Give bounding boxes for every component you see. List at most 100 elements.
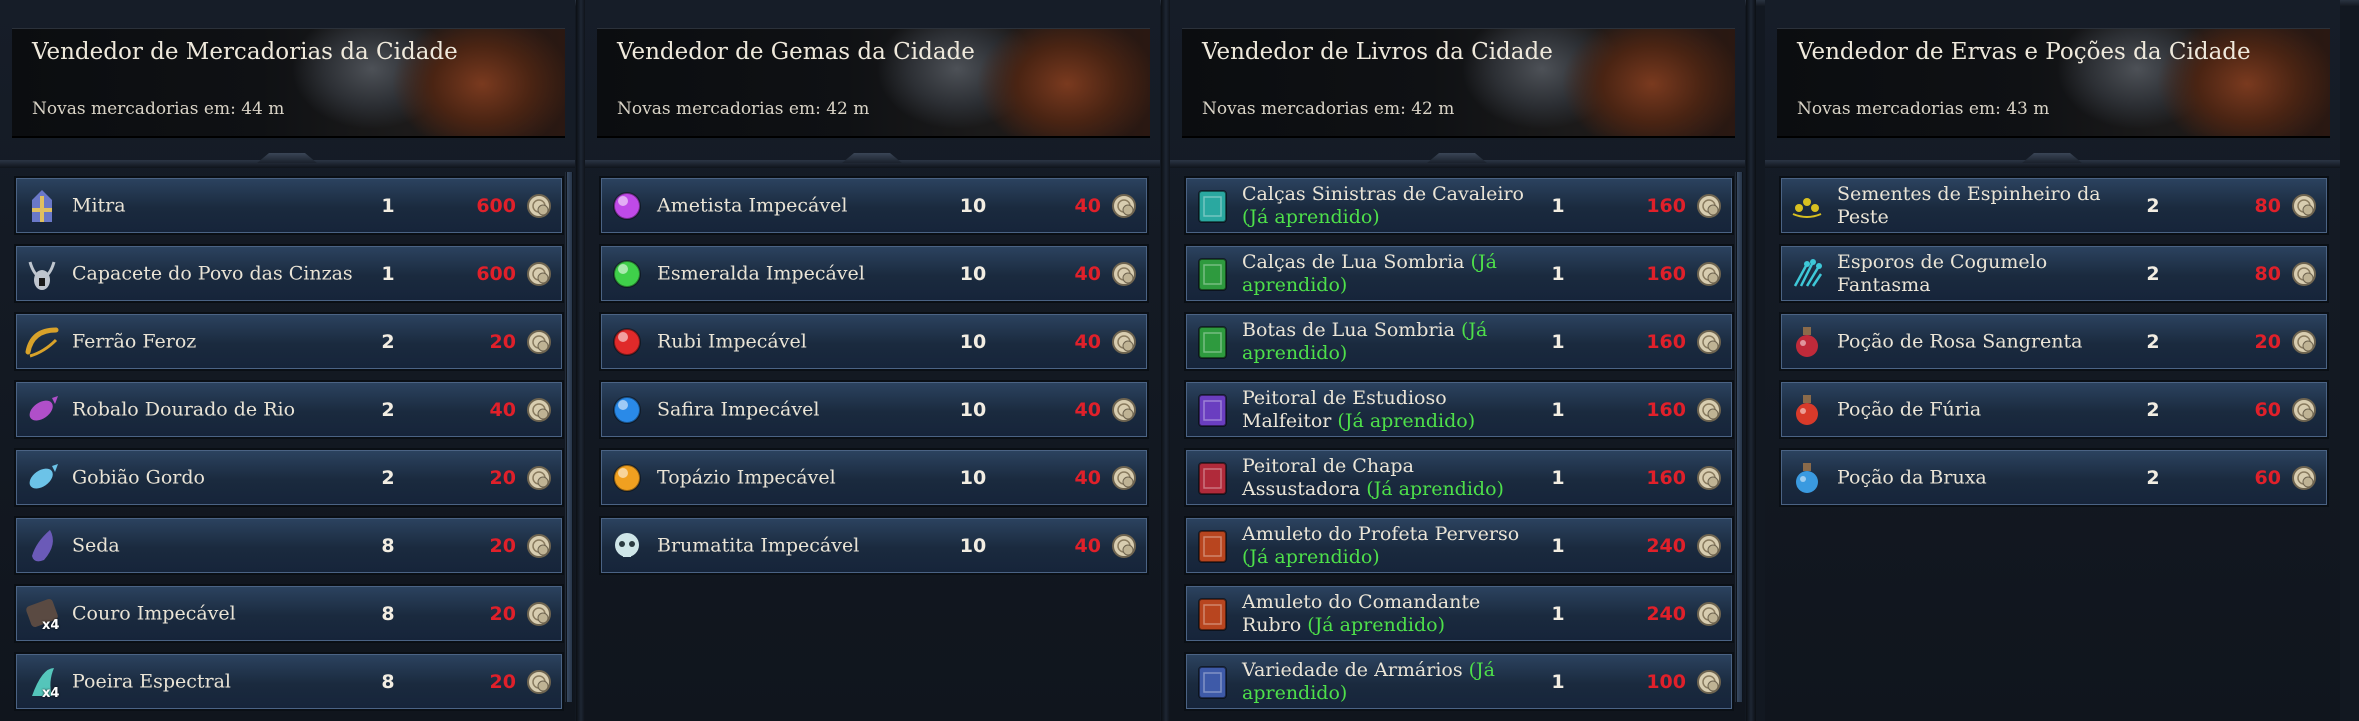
restock-timer: Novas mercadorias em: 42 m: [1202, 99, 1455, 119]
item-row[interactable]: Poção de Fúria 2 60: [1779, 380, 2329, 439]
item-row[interactable]: x4 Couro Impecável 8 20: [14, 584, 564, 643]
item-name: Brumatita Impecável: [657, 534, 942, 557]
item-quantity: 2: [2146, 330, 2160, 353]
sapphire-icon: [607, 390, 647, 430]
item-quantity: 1: [381, 194, 395, 217]
item-name: Mitra: [72, 194, 357, 217]
item-quantity: 2: [381, 330, 395, 353]
learned-tag: (Já aprendido): [1242, 205, 1380, 228]
item-name-text: Esporos de Cogumelo Fantasma: [1837, 250, 2048, 296]
item-name-text: Safira Impecável: [657, 398, 820, 420]
item-row[interactable]: Brumatita Impecável 10 40: [599, 516, 1149, 575]
potion-icon: [1787, 322, 1827, 362]
item-name: Variedade de Armários (Já aprendido): [1242, 659, 1527, 705]
item-row[interactable]: Calças Sinistras de Cavaleiro (Já aprend…: [1184, 176, 1734, 235]
item-price: 160: [1646, 194, 1686, 217]
item-row[interactable]: Poção da Bruxa 2 60: [1779, 448, 2329, 507]
coin-icon: [1696, 669, 1722, 695]
coin-icon: [2291, 465, 2317, 491]
item-quantity: 8: [381, 534, 395, 557]
item-row[interactable]: Amuleto do Comandante Rubro (Já aprendid…: [1184, 584, 1734, 643]
item-row[interactable]: Peitoral de Chapa Assustadora (Já aprend…: [1184, 448, 1734, 507]
tome-icon: [1192, 322, 1232, 362]
tome-icon: [1192, 458, 1232, 498]
item-name: Amuleto do Profeta Perverso (Já aprendid…: [1242, 523, 1527, 569]
divider-ornament: [842, 153, 902, 163]
item-row[interactable]: Poção de Rosa Sangrenta 2 20: [1779, 312, 2329, 371]
item-row[interactable]: Rubi Impecável 10 40: [599, 312, 1149, 371]
seeds-icon: [1787, 186, 1827, 226]
item-row[interactable]: Gobião Gordo 2 20: [14, 448, 564, 507]
spores-icon: [1787, 254, 1827, 294]
item-row[interactable]: Ametista Impecável 10 40: [599, 176, 1149, 235]
item-name-text: Ferrão Feroz: [72, 330, 197, 352]
divider-ornament: [257, 153, 317, 163]
item-name-text: Topázio Impecável: [657, 466, 836, 488]
item-row[interactable]: Robalo Dourado de Rio 2 40: [14, 380, 564, 439]
item-price: 100: [1646, 670, 1686, 693]
item-row[interactable]: Botas de Lua Sombria (Já aprendido) 1 16…: [1184, 312, 1734, 371]
item-name-text: Gobião Gordo: [72, 466, 205, 488]
coin-icon: [526, 193, 552, 219]
item-name-text: Poeira Espectral: [72, 670, 232, 692]
topaz-icon: [607, 458, 647, 498]
item-row[interactable]: Variedade de Armários (Já aprendido) 1 1…: [1184, 652, 1734, 711]
vendor-header: Vendedor de Mercadorias da Cidade Novas …: [12, 28, 565, 138]
item-row[interactable]: Mitra 1 600: [14, 176, 564, 235]
item-row[interactable]: Amuleto do Profeta Perverso (Já aprendid…: [1184, 516, 1734, 575]
vendor-panel: Vendedor de Ervas e Poções da Cidade Nov…: [1765, 0, 2340, 721]
item-quantity: 1: [1551, 194, 1565, 217]
item-row[interactable]: Capacete do Povo das Cinzas 1 600: [14, 244, 564, 303]
coin-icon: [1111, 261, 1137, 287]
item-name: Rubi Impecável: [657, 330, 942, 353]
item-row[interactable]: Esporos de Cogumelo Fantasma 2 80: [1779, 244, 2329, 303]
item-name: Poeira Espectral: [72, 670, 357, 693]
item-quantity: 10: [959, 262, 987, 285]
coin-icon: [2291, 329, 2317, 355]
coin-icon: [526, 261, 552, 287]
item-row[interactable]: Topázio Impecável 10 40: [599, 448, 1149, 507]
scrollbar[interactable]: [565, 172, 573, 702]
item-row[interactable]: Ferrão Feroz 2 20: [14, 312, 564, 371]
item-quantity: 1: [1551, 262, 1565, 285]
item-price: 60: [2254, 398, 2281, 421]
item-price: 160: [1646, 398, 1686, 421]
item-row[interactable]: Seda 8 20: [14, 516, 564, 575]
panel-separator: [1746, 0, 1756, 721]
item-row[interactable]: Esmeralda Impecável 10 40: [599, 244, 1149, 303]
item-price: 80: [2254, 262, 2281, 285]
potion-icon: [1787, 390, 1827, 430]
item-quantity: 2: [381, 466, 395, 489]
item-quantity: 1: [1551, 670, 1565, 693]
item-quantity: 10: [959, 398, 987, 421]
coin-icon: [2291, 193, 2317, 219]
coin-icon: [1111, 397, 1137, 423]
item-price: 40: [1074, 194, 1101, 217]
item-price: 160: [1646, 330, 1686, 353]
miter-icon: [22, 186, 62, 226]
coin-icon: [1111, 533, 1137, 559]
item-row[interactable]: Peitoral de Estudioso Malfeitor (Já apre…: [1184, 380, 1734, 439]
item-name: Esporos de Cogumelo Fantasma: [1837, 251, 2122, 297]
coin-icon: [1111, 193, 1137, 219]
scrollbar-thumb[interactable]: [1737, 172, 1742, 702]
item-row[interactable]: x4 Poeira Espectral 8 20: [14, 652, 564, 711]
item-name-text: Seda: [72, 534, 120, 556]
coin-icon: [1696, 193, 1722, 219]
vendor-header: Vendedor de Livros da Cidade Novas merca…: [1182, 28, 1735, 138]
scrollbar[interactable]: [1735, 172, 1743, 702]
coin-icon: [1111, 465, 1137, 491]
scrollbar-thumb[interactable]: [567, 172, 572, 702]
item-name-text: Variedade de Armários: [1242, 658, 1463, 681]
item-name-text: Poção de Fúria: [1837, 398, 1982, 420]
restock-timer: Novas mercadorias em: 44 m: [32, 99, 285, 119]
item-row[interactable]: Sementes de Espinheiro da Peste 2 80: [1779, 176, 2329, 235]
stinger-icon: [22, 322, 62, 362]
item-name: Peitoral de Chapa Assustadora (Já aprend…: [1242, 455, 1527, 501]
item-name: Calças de Lua Sombria (Já aprendido): [1242, 251, 1527, 297]
item-row[interactable]: Safira Impecável 10 40: [599, 380, 1149, 439]
tome-icon: [1192, 186, 1232, 226]
item-quantity: 1: [1551, 398, 1565, 421]
emerald-icon: [607, 254, 647, 294]
item-row[interactable]: Calças de Lua Sombria (Já aprendido) 1 1…: [1184, 244, 1734, 303]
